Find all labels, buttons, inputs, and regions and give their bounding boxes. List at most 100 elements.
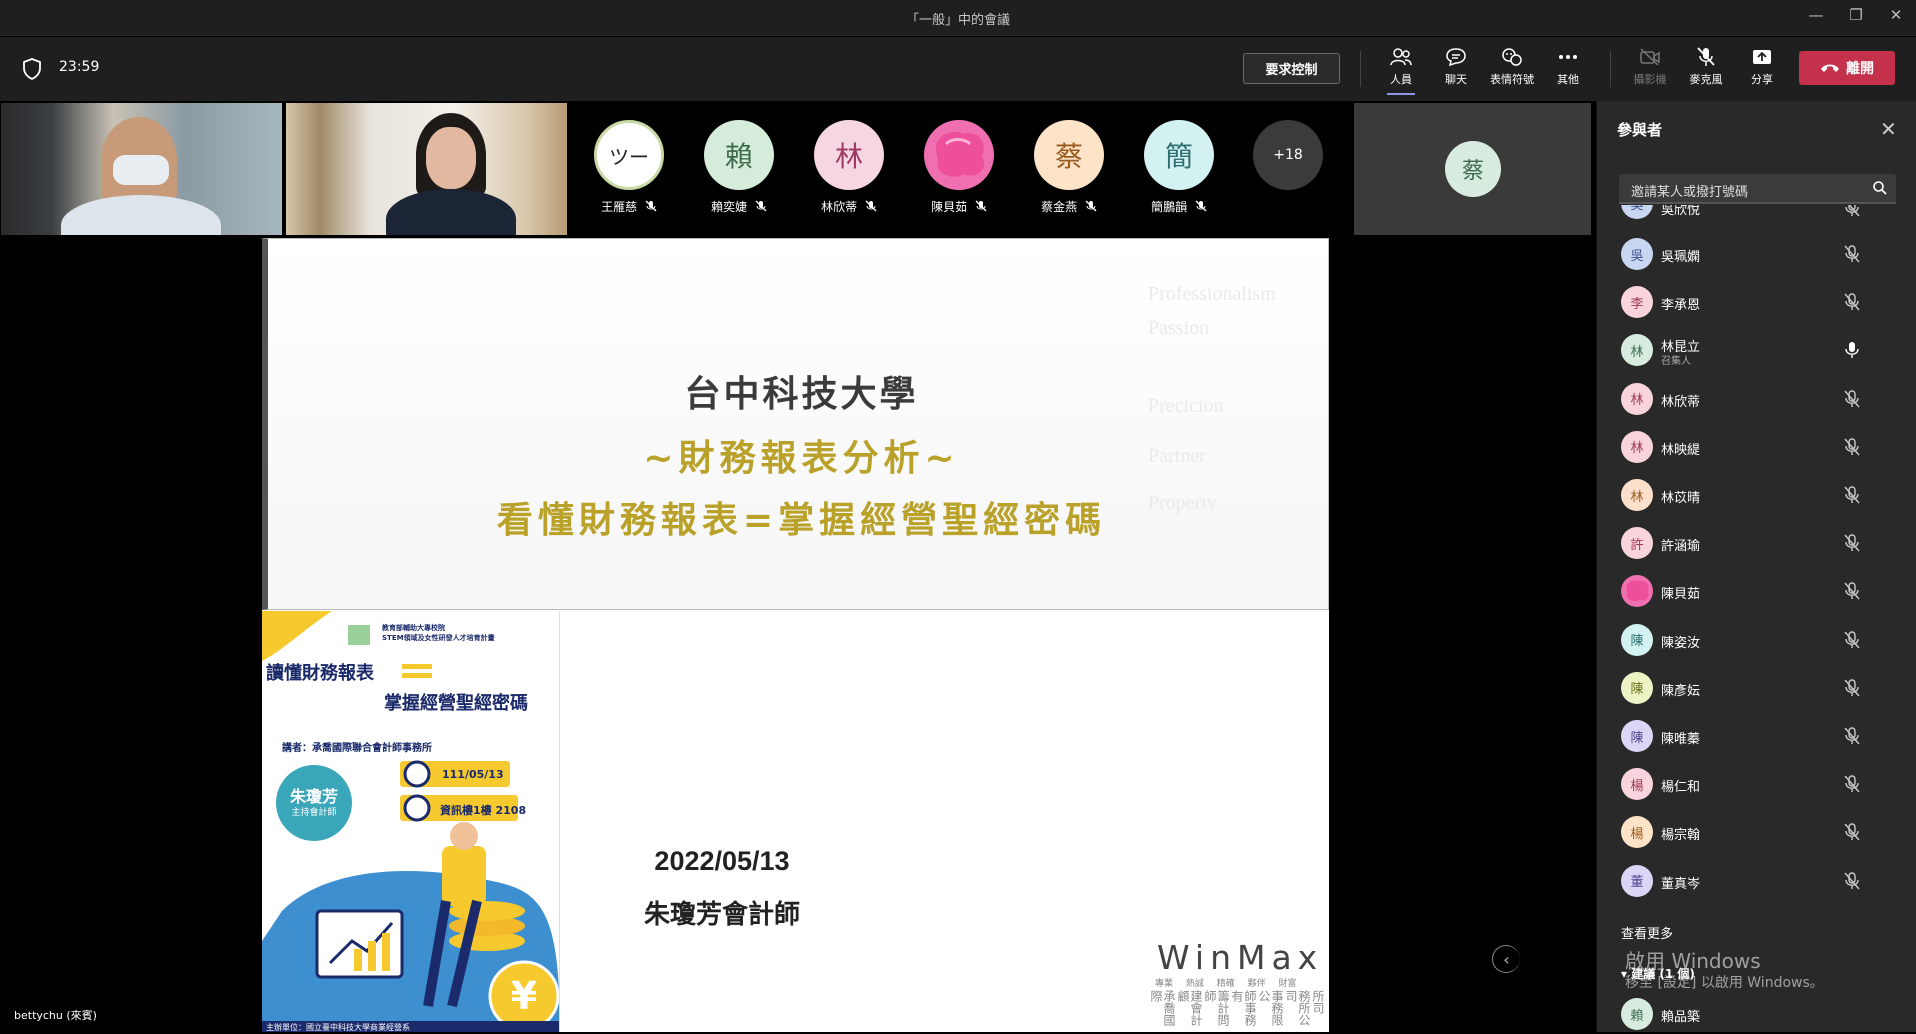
participant-avatar[interactable]: 簡 (1144, 120, 1214, 190)
tile-avatar: 蔡 (1445, 141, 1501, 197)
slide-date: 2022/05/13 (654, 846, 790, 876)
svg-text:¥: ¥ (511, 974, 537, 1018)
firm-column: 籌計問師 (1203, 990, 1230, 1026)
mic-label: 麥克風 (1689, 73, 1723, 86)
participant-mic-status (1844, 293, 1860, 315)
mic-button[interactable]: 麥克風 (1678, 47, 1734, 87)
participant-row[interactable]: 吳吳珮嫻 (1597, 234, 1916, 274)
participant-row[interactable]: 陳陳唯蓁 (1597, 716, 1916, 756)
camera-button[interactable]: 攝影機 (1622, 47, 1678, 87)
participant-avatar[interactable] (924, 120, 994, 190)
participant-tile[interactable]: 蔡 (1354, 103, 1591, 235)
slide-presenter: 朱瓊芳會計師 (643, 900, 800, 930)
people-icon (1390, 48, 1412, 66)
mic-off-icon (1085, 200, 1097, 212)
poster-program: STEM領域及女性研發人才培育計畫 (382, 634, 495, 642)
leave-button[interactable]: 離開 (1799, 51, 1895, 85)
participant-name: 吳珮嫻 (1661, 250, 1701, 265)
participant-mic-status (1844, 438, 1860, 460)
participant-row[interactable]: 林林苡晴 (1597, 475, 1916, 515)
poster-name: 朱瓊芳 (289, 787, 338, 806)
participant-avatar: 林 (1621, 479, 1653, 511)
participant-avatar[interactable]: 蔡 (1034, 120, 1104, 190)
overflow-participants[interactable]: +18 (1253, 120, 1323, 190)
title-bar: 「一般」中的會議 — ❐ ✕ (0, 0, 1916, 36)
chat-button[interactable]: 聊天 (1428, 47, 1484, 87)
slide-topic: ~財務報表分析~ (643, 438, 960, 479)
meeting-toolbar: 23:59 要求控制 人員 聊天 表情符號 其他 攝影機 麥克風 分享 離開 (0, 37, 1916, 101)
firm-column: 事務限公 (1257, 990, 1284, 1026)
close-panel-icon[interactable]: ✕ (1880, 117, 1897, 141)
participant-mic-status (1844, 205, 1860, 221)
participant-name: 陳貝茹 (1661, 587, 1701, 603)
firm-column: 建會計顧 (1176, 990, 1203, 1026)
poster-date: 111/05/13 (442, 768, 504, 781)
participant-row[interactable]: 林林映緹 (1597, 427, 1916, 467)
participant-row[interactable]: 林林欣蒂 (1597, 379, 1916, 419)
avatar-name-label: 陳貝茹 (931, 200, 968, 214)
mic-off-icon (1844, 293, 1860, 311)
event-poster: ¥ 教育部輔助大專校院 STEM領域及女性研發人才培育計畫 讀懂財務報表 掌握經… (262, 611, 560, 1032)
restore-icon[interactable]: ❐ (1844, 6, 1868, 24)
participant-avatar[interactable]: ツー (594, 120, 664, 190)
winmax-logo: WinMax (1157, 938, 1324, 977)
participant-name: 楊宗翰 (1661, 828, 1701, 844)
participant-avatar: 林 (1621, 382, 1653, 415)
share-button[interactable]: 分享 (1734, 47, 1790, 87)
more-button[interactable]: 其他 (1540, 47, 1596, 87)
suggested-participant[interactable]: 賴 賴品築 (1597, 994, 1916, 1034)
chat-icon (1446, 48, 1466, 67)
participant-row[interactable]: 董董真岑 (1597, 861, 1916, 901)
participant-row[interactable]: 楊楊宗翰 (1597, 812, 1916, 852)
participant-row[interactable]: 楊楊仁和 (1597, 764, 1916, 804)
collapse-chevron-icon[interactable]: ‹ (1492, 945, 1520, 973)
search-placeholder: 邀請某人或撥打號碼 (1631, 185, 1749, 200)
participant-avatar: 楊 (1621, 816, 1653, 849)
participant-video-1[interactable] (1, 103, 282, 235)
participant-row[interactable]: 吳吳欣悅 (1597, 205, 1916, 223)
participant-video-2[interactable] (286, 103, 567, 235)
slide-header: Professionalism Passion Precicion Partne… (262, 238, 1329, 610)
person-face (426, 127, 476, 189)
mic-off-icon (1845, 205, 1860, 217)
participant-name: 許涵瑜 (1661, 539, 1701, 555)
poster-role: 主持會計師 (291, 808, 337, 818)
participant-mic-status (1844, 775, 1860, 797)
participant-row[interactable]: 李李承恩 (1597, 282, 1916, 322)
avatar-name-label: 簡鵬韻 (1151, 200, 1188, 214)
see-more-link[interactable]: 查看更多 (1621, 923, 1673, 942)
participant-name: 蔡金燕 (1014, 198, 1124, 215)
participant-avatar: 賴 (1621, 998, 1653, 1030)
participant-avatar: 李 (1621, 286, 1653, 319)
windows-activation-sub: 移至 [設定] 以啟用 Windows。 (1625, 975, 1824, 991)
share-label: 分享 (1751, 73, 1773, 86)
participant-row[interactable]: 陳貝茹 (1597, 571, 1916, 611)
mic-off-icon (1844, 679, 1860, 697)
mic-off-icon (1844, 534, 1860, 552)
minimize-icon[interactable]: — (1804, 6, 1828, 24)
reactions-button[interactable]: 表情符號 (1484, 47, 1540, 87)
meeting-timer: 23:59 (59, 59, 100, 75)
participant-avatar[interactable]: 賴 (704, 120, 774, 190)
mic-off-icon (1844, 582, 1860, 600)
participant-row[interactable]: 陳陳彥妘 (1597, 668, 1916, 708)
participant-avatar[interactable]: 林 (814, 120, 884, 190)
firm-column: 務所公司 (1284, 990, 1311, 1026)
participants-panel: 參與者 ✕ 邀請某人或撥打號碼 吳吳欣悅吳吳珮嫻李李承恩林林昆立 召集人林林欣蒂林… (1596, 101, 1916, 1032)
people-button[interactable]: 人員 (1373, 47, 1429, 95)
participant-name: 董真岑 (1661, 876, 1701, 892)
participant-row[interactable]: 陳陳姿汝 (1597, 620, 1916, 660)
close-window-icon[interactable]: ✕ (1884, 6, 1908, 24)
search-icon (1873, 181, 1887, 195)
request-control-button[interactable]: 要求控制 (1243, 53, 1340, 84)
participant-row[interactable]: 林林昆立 召集人 (1597, 330, 1916, 370)
more-icon (1559, 55, 1577, 59)
participant-mic-status (1844, 630, 1860, 653)
participant-avatar: 林 (1621, 334, 1653, 367)
invite-search-input[interactable]: 邀請某人或撥打號碼 (1619, 174, 1896, 204)
participant-row[interactable]: 許許涵瑜 (1597, 523, 1916, 563)
avatar-name-label: 林欣蒂 (821, 200, 858, 214)
windows-activation-title: 啟用 Windows (1625, 949, 1761, 973)
panel-title: 參與者 (1617, 121, 1663, 139)
participant-mic-status (1844, 389, 1860, 412)
